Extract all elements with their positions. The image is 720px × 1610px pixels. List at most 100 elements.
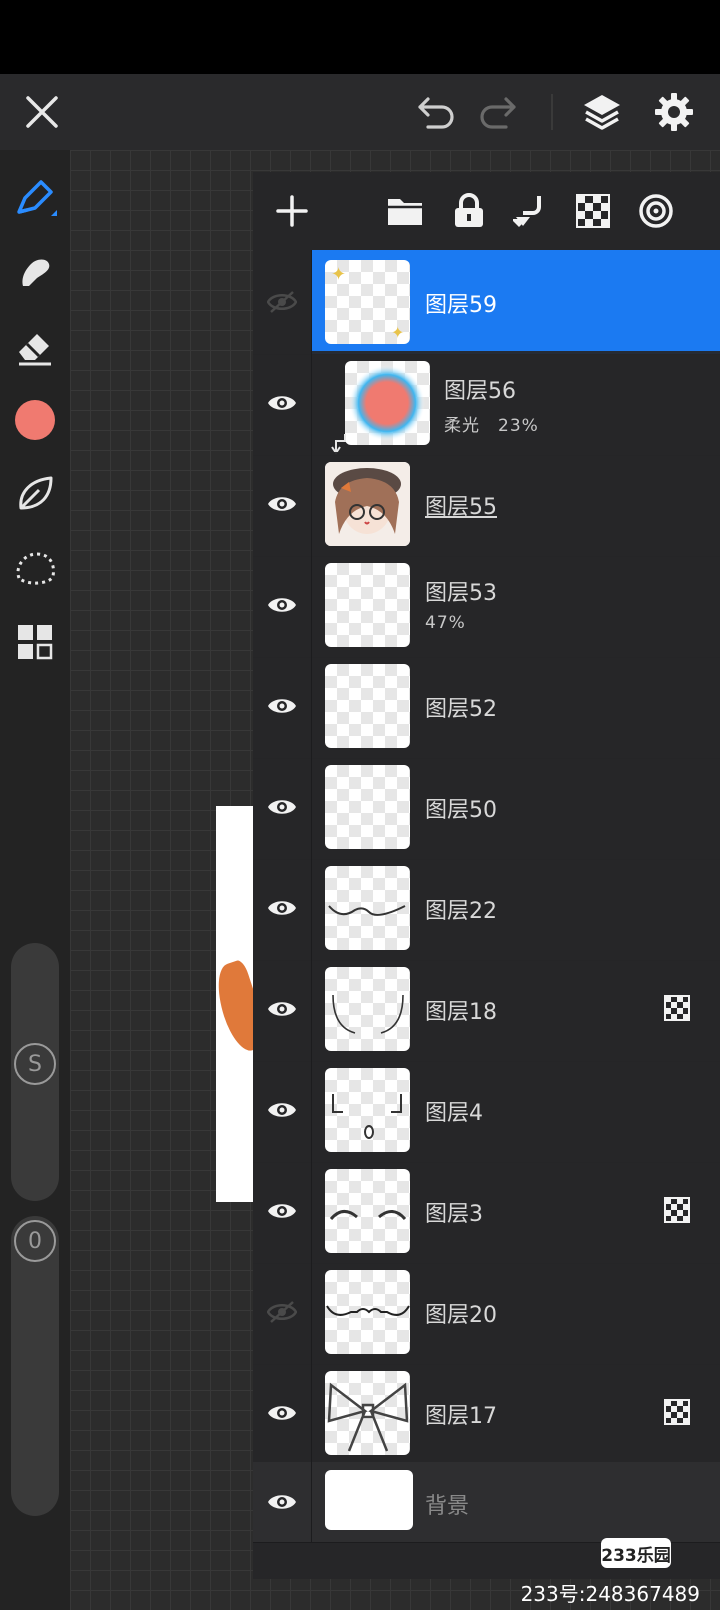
layer-thumbnail xyxy=(325,462,410,546)
layer-thumbnail: ✦ ✦ xyxy=(325,260,410,344)
layer-name: 图层59 xyxy=(425,293,497,318)
color-swatch-button[interactable] xyxy=(7,392,63,448)
svg-text:✦: ✦ xyxy=(391,323,404,342)
leaf-icon xyxy=(19,476,53,510)
eye-icon xyxy=(268,699,296,713)
layer-row[interactable]: 图层53 47% xyxy=(253,553,720,658)
eraser-tool[interactable] xyxy=(7,318,63,374)
layer-visibility-toggle[interactable] xyxy=(253,1260,312,1364)
top-bar xyxy=(0,74,720,150)
svg-text:✦: ✦ xyxy=(331,264,346,285)
layers-icon xyxy=(584,95,620,130)
layer-row[interactable]: 图层50 xyxy=(253,755,720,860)
layer-visibility-toggle[interactable] xyxy=(253,856,312,960)
layer-thumbnail xyxy=(325,563,410,647)
add-layer-button[interactable] xyxy=(264,183,320,239)
plus-icon xyxy=(276,195,308,227)
layer-name: 图层50 xyxy=(425,798,497,823)
layers-button[interactable] xyxy=(574,84,630,140)
layer-blend-info: 柔光 23% xyxy=(444,416,539,436)
layer-row[interactable]: 图层55 xyxy=(253,452,720,557)
brush-opacity-slider[interactable]: 0 xyxy=(11,1216,59,1516)
fill-tool[interactable] xyxy=(7,466,63,522)
close-icon xyxy=(26,96,58,128)
alpha-lock-icon xyxy=(664,1197,690,1223)
target-icon xyxy=(639,194,673,228)
watermark-text: 233号:248367489 xyxy=(520,1582,700,1606)
layer-row[interactable]: 图层52 xyxy=(253,654,720,759)
merge-down-icon xyxy=(513,196,541,227)
opacity-knob[interactable]: 0 xyxy=(14,1220,56,1262)
layer-row[interactable]: 图层20 xyxy=(253,1260,720,1365)
layer-visibility-toggle[interactable] xyxy=(253,553,312,657)
smudge-tool[interactable] xyxy=(7,244,63,300)
blend-mode-button[interactable] xyxy=(628,183,684,239)
redo-button[interactable] xyxy=(470,84,526,140)
layer-visibility-toggle[interactable] xyxy=(253,1058,312,1162)
eye-icon xyxy=(268,1495,296,1509)
alpha-lock-icon xyxy=(664,1399,690,1425)
alpha-lock-icon xyxy=(664,995,690,1021)
layer-name: 图层20 xyxy=(425,1303,497,1328)
layer-row[interactable]: 图层56 柔光 23% xyxy=(253,351,720,456)
lock-layer-button[interactable] xyxy=(441,183,497,239)
layer-blend-info: 47% xyxy=(425,613,466,633)
layer-thumbnail xyxy=(325,967,410,1051)
layer-name: 图层17 xyxy=(425,1404,497,1429)
alpha-lock-indicator xyxy=(664,1399,690,1425)
layer-thumbnail xyxy=(325,664,410,748)
layer-row[interactable]: 图层17 xyxy=(253,1361,720,1466)
grid-icon xyxy=(18,625,53,660)
size-knob[interactable]: S xyxy=(14,1043,56,1085)
undo-button[interactable] xyxy=(408,84,464,140)
tool-sidebar: S 0 xyxy=(0,150,70,1610)
pen-icon xyxy=(17,180,57,216)
settings-button[interactable] xyxy=(646,84,702,140)
lasso-tool[interactable] xyxy=(7,540,63,596)
layer-row[interactable]: 图层22 xyxy=(253,856,720,961)
smudge-icon xyxy=(22,259,50,286)
layer-thumbnail xyxy=(325,765,410,849)
alpha-lock-button[interactable] xyxy=(565,183,621,239)
alpha-lock-indicator xyxy=(664,1197,690,1223)
layer-visibility-toggle[interactable] xyxy=(253,755,312,859)
layer-visibility-toggle[interactable] xyxy=(253,957,312,1061)
layer-thumbnail xyxy=(325,1270,410,1354)
layer-thumbnail xyxy=(325,1068,410,1152)
layer-row[interactable]: 图层4 xyxy=(253,1058,720,1163)
layer-thumbnail xyxy=(345,361,430,445)
grid-tool[interactable] xyxy=(7,614,63,670)
layer-visibility-toggle[interactable] xyxy=(253,250,312,354)
layer-visibility-toggle[interactable] xyxy=(253,1361,312,1465)
merge-down-button[interactable] xyxy=(502,183,558,239)
layer-visibility-toggle[interactable] xyxy=(253,654,312,758)
layer-name: 图层3 xyxy=(425,1202,483,1227)
layers-panel: ✦ ✦ 图层59 图层56 柔光 23% 图层55 图层53 47% 图层52 图层50 图层22 图… xyxy=(253,172,720,1579)
folder-icon xyxy=(388,199,422,225)
layer-thumbnail xyxy=(325,1169,410,1253)
alpha-lock-indicator xyxy=(664,995,690,1021)
eye-icon xyxy=(268,1406,296,1420)
layer-row[interactable]: 图层18 xyxy=(253,957,720,1062)
layer-row[interactable]: ✦ ✦ 图层59 xyxy=(253,250,720,355)
brush-size-slider[interactable]: S xyxy=(11,943,59,1201)
layer-row[interactable]: 图层3 xyxy=(253,1159,720,1264)
layer-name: 背景 xyxy=(425,1494,470,1519)
layer-name: 图层53 xyxy=(425,581,497,606)
status-bar xyxy=(0,0,720,74)
layer-thumbnail xyxy=(325,1371,410,1455)
layers-panel-toolbar xyxy=(253,172,720,250)
lasso-icon xyxy=(16,552,55,585)
layer-visibility-toggle[interactable] xyxy=(253,452,312,556)
layer-visibility-toggle[interactable] xyxy=(253,1159,312,1263)
brush-tool[interactable] xyxy=(7,170,63,226)
layer-visibility-toggle[interactable] xyxy=(253,351,312,455)
close-button[interactable] xyxy=(14,84,70,140)
eye-icon xyxy=(268,800,296,814)
layer-name: 图层22 xyxy=(425,899,497,924)
layer-row[interactable]: 背景 xyxy=(253,1462,720,1543)
toolbar-divider xyxy=(551,94,553,130)
layer-thumbnail xyxy=(325,866,410,950)
layer-visibility-toggle[interactable] xyxy=(253,1462,312,1542)
folder-button[interactable] xyxy=(377,183,433,239)
